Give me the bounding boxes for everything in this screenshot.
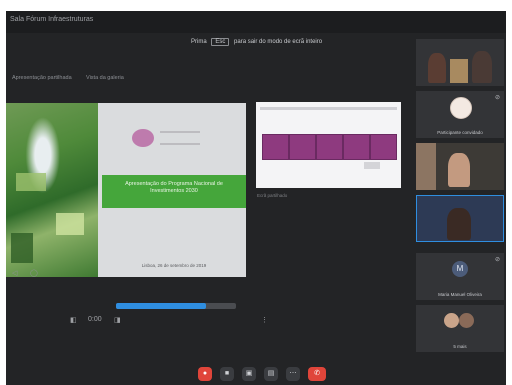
camera-icon[interactable]: ■	[220, 367, 234, 381]
forward-icon[interactable]: ◨	[114, 316, 121, 324]
participant-tile-overflow[interactable]: 5 mais	[416, 305, 504, 352]
hangup-icon[interactable]: ✆	[308, 367, 326, 381]
toolbar-strip	[260, 107, 397, 110]
notice-suffix: para sair do modo de ecrã inteiro	[234, 39, 323, 45]
window-title: Sala Fórum Infraestruturas	[10, 16, 94, 23]
options-icon[interactable]: ⋮	[261, 316, 268, 324]
secondary-share-label: Ecrã partilhado	[257, 193, 288, 198]
playback-time: 0:00	[88, 316, 102, 323]
progress-fill	[116, 303, 206, 309]
shared-screen-main: Apresentação do Programa Nacional de Inv…	[6, 103, 246, 277]
slide-box	[343, 134, 370, 160]
slide-box	[262, 134, 289, 160]
chat-icon[interactable]: ▤	[264, 367, 278, 381]
participant-name: Participante convidado	[437, 130, 483, 135]
esc-key: Esc	[211, 38, 230, 46]
tab-gallery-view[interactable]: Vista da galeria	[86, 75, 124, 81]
meeting-window: Sala Fórum Infraestruturas Prima Esc par…	[6, 11, 506, 385]
participant-tile[interactable]	[416, 143, 504, 190]
participant-tile[interactable]: M ⊘ Maria Manuel Oliveira	[416, 253, 504, 300]
rewind-icon[interactable]: ◧	[70, 316, 77, 324]
institution-logo	[132, 129, 154, 147]
title-bar: Sala Fórum Infraestruturas	[6, 11, 506, 33]
participant-initial: M	[452, 261, 468, 277]
annotate-icon[interactable]: ◯	[30, 269, 38, 277]
mic-muted-icon: ⊘	[494, 95, 500, 101]
participant-name: Maria Manuel Oliveira	[438, 292, 482, 297]
notice-prefix: Prima	[191, 39, 207, 45]
callout-shape	[364, 162, 380, 169]
share-screen-icon[interactable]: ▣	[242, 367, 256, 381]
call-controls: ● ■ ▣ ▤ ⋯ ✆	[6, 365, 506, 385]
playback-progress[interactable]	[116, 303, 236, 309]
participant-name: 5 mais	[453, 344, 467, 349]
slide-title-band: Apresentação do Programa Nacional de Inv…	[102, 175, 246, 208]
slide-box	[316, 134, 343, 160]
shared-screen-secondary	[256, 102, 401, 188]
slide-headline: Apresentação do Programa Nacional de Inv…	[125, 181, 223, 194]
mic-muted-icon: ⊘	[494, 257, 500, 263]
pointer-icon[interactable]: ◁	[12, 269, 17, 277]
tab-shared-presentation[interactable]: Apresentação partilhada	[12, 75, 72, 81]
participant-tile-active[interactable]	[416, 195, 504, 242]
slide-footer: Lisboa, 26 de setembro de 2019	[141, 263, 207, 268]
mic-icon[interactable]: ●	[198, 367, 212, 381]
participant-tile[interactable]: ⊘ Participante convidado	[416, 91, 504, 138]
participant-tile[interactable]	[416, 39, 504, 86]
logo-wordmark	[160, 131, 200, 145]
aerial-photo	[6, 103, 98, 277]
slide-box	[289, 134, 316, 160]
fullscreen-notice: Prima Esc para sair do modo de ecrã inte…	[191, 38, 322, 46]
slide-box	[370, 134, 397, 160]
more-icon[interactable]: ⋯	[286, 367, 300, 381]
